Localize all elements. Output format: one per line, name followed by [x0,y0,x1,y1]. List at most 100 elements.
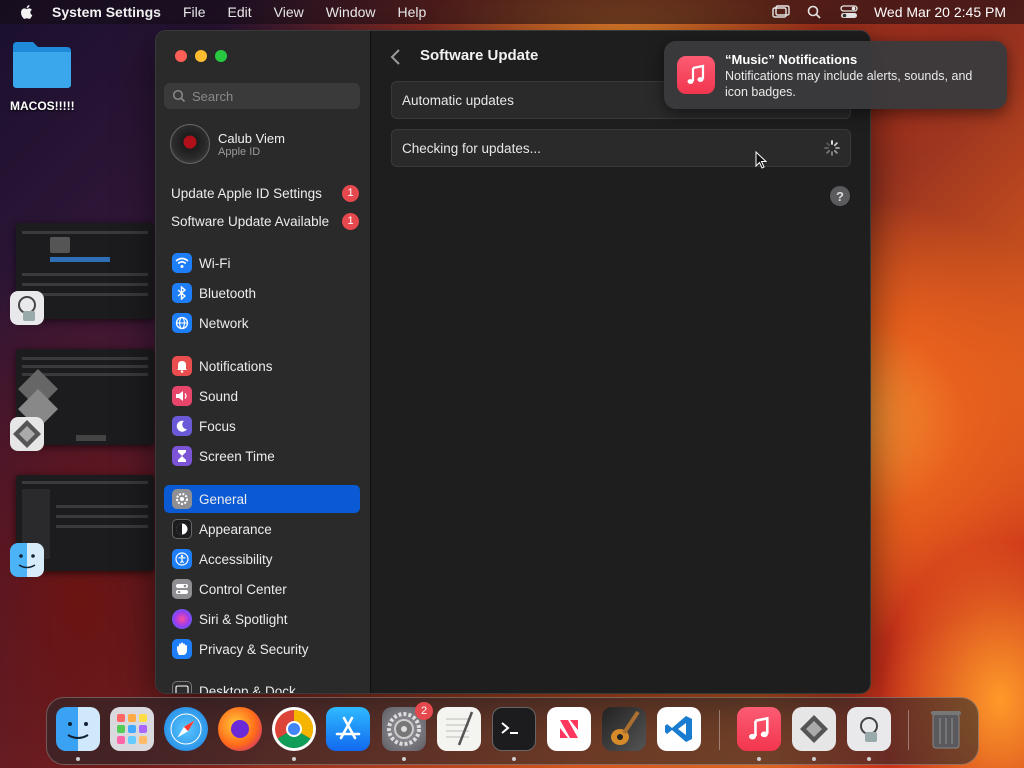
gear-icon [172,489,192,509]
dock-vscode-icon[interactable] [657,707,701,751]
menu-edit[interactable]: Edit [228,4,252,20]
dock-icon [172,681,192,693]
search-icon [172,89,186,103]
checking-updates-row: Checking for updates... [391,129,851,167]
dock-chrome-icon[interactable] [272,707,316,751]
automatic-updates-label: Automatic updates [402,92,514,108]
page-title: Software Update [420,47,539,64]
close-button[interactable] [175,50,187,62]
avatar [170,124,210,164]
sidebar-item-siri-spotlight[interactable]: Siri & Spotlight [164,605,360,633]
bluetooth-icon [172,283,192,303]
toggles-icon [172,579,192,599]
notification-badge: 1 [342,184,359,202]
bell-icon [172,356,192,376]
sidebar-item-label: Bluetooth [199,285,257,301]
running-indicator [757,757,761,761]
dock-trash-icon[interactable] [924,707,968,751]
running-indicator [76,757,80,761]
dock-boot-camp-icon[interactable] [792,707,836,751]
notification-title: “Music” Notifications [725,52,858,67]
sidebar-item-label: Update Apple ID Settings [171,185,322,201]
dock-launchpad-icon[interactable] [110,707,154,751]
sidebar-item-label: Software Update Available [171,213,330,229]
siri-icon [172,609,192,629]
running-indicator [812,757,816,761]
sidebar-item-notifications[interactable]: Notifications [164,352,360,380]
hourglass-icon [172,446,192,466]
menu-clock[interactable]: Wed Mar 20 2:45 PM [874,4,1006,20]
notification-badge: 1 [342,212,359,230]
help-button[interactable]: ? [830,186,850,206]
sidebar-item-label: Control Center [199,581,287,597]
dock-disk-utility-icon[interactable] [847,707,891,751]
screen-mirroring-icon[interactable] [772,5,790,19]
sidebar-item-general[interactable]: General [164,485,360,513]
menu-window[interactable]: Window [326,4,376,20]
folder-icon [13,42,71,88]
content-pane: Software Update Automatic updates Checki… [371,31,870,693]
menu-help[interactable]: Help [398,4,427,20]
sidebar: Search Calub Viem Apple ID Update Apple … [156,31,371,693]
search-input[interactable]: Search [164,83,360,109]
minimize-button[interactable] [195,50,207,62]
menu-bar: System Settings File Edit View Window He… [0,0,1024,24]
running-indicator [292,757,296,761]
dock-news-icon[interactable] [547,707,591,751]
sidebar-item-label: Privacy & Security [199,641,309,657]
dock-finder-icon[interactable] [56,707,100,751]
sidebar-item-screen-time[interactable]: Screen Time [164,442,360,470]
spotlight-search-icon[interactable] [806,5,824,19]
sidebar-item-wifi[interactable]: Wi-Fi [164,249,360,277]
dock-textedit-icon[interactable] [437,707,481,751]
mouse-cursor-icon [755,151,767,169]
sidebar-item-control-center[interactable]: Control Center [164,575,360,603]
sidebar-item-network[interactable]: Network [164,309,360,337]
music-app-icon [677,56,715,94]
sidebar-item-label: Accessibility [199,551,273,567]
music-notification-banner[interactable]: “Music” Notifications Notifications may … [664,41,1007,109]
finder-app-icon [10,543,44,577]
sidebar-item-update-apple-id[interactable]: Update Apple ID Settings 1 [164,179,367,207]
moon-icon [172,416,192,436]
appearance-icon [172,519,192,539]
menu-app-name[interactable]: System Settings [52,4,161,20]
sidebar-item-label: Wi-Fi [199,255,231,271]
sidebar-item-sound[interactable]: Sound [164,382,360,410]
sidebar-item-focus[interactable]: Focus [164,412,360,440]
sidebar-item-appearance[interactable]: Appearance [164,515,360,543]
sidebar-item-label: Focus [199,418,236,434]
speaker-icon [172,386,192,406]
sidebar-item-label: General [199,491,248,507]
dock-badge: 2 [415,702,433,720]
sidebar-item-bluetooth[interactable]: Bluetooth [164,279,360,307]
dock-garageband-icon[interactable] [602,707,646,751]
desktop-folder[interactable]: MACOS!!!!! [10,38,75,113]
dock-music-icon[interactable] [737,707,781,751]
sidebar-item-desktop-dock[interactable]: Desktop & Dock [164,677,360,694]
back-chevron-icon[interactable] [389,48,403,66]
sidebar-item-software-update-available[interactable]: Software Update Available 1 [164,207,367,235]
loading-spinner-icon [824,140,840,156]
apple-menu-icon[interactable] [18,3,36,21]
sidebar-item-privacy-security[interactable]: Privacy & Security [164,635,360,663]
profile-subtitle: Apple ID [218,145,261,158]
sidebar-item-label: Desktop & Dock [199,683,296,694]
menu-view[interactable]: View [274,4,304,20]
menu-file[interactable]: File [183,4,206,20]
profile-name: Calub Viem [218,130,285,146]
apple-id-profile[interactable]: Calub Viem Apple ID [170,124,285,164]
dock-terminal-icon[interactable] [492,707,536,751]
dock-app-store-icon[interactable] [326,707,370,751]
sidebar-item-label: Siri & Spotlight [199,611,288,627]
search-placeholder: Search [192,88,234,104]
globe-icon [172,313,192,333]
dock-firefox-icon[interactable] [218,707,262,751]
dock-safari-icon[interactable] [164,707,208,751]
dock: 2 [46,697,979,765]
zoom-button[interactable] [215,50,227,62]
sidebar-item-accessibility[interactable]: Accessibility [164,545,360,573]
desktop-folder-label: MACOS!!!!! [10,99,75,113]
checking-updates-label: Checking for updates... [402,140,541,156]
control-center-icon[interactable] [840,5,858,19]
